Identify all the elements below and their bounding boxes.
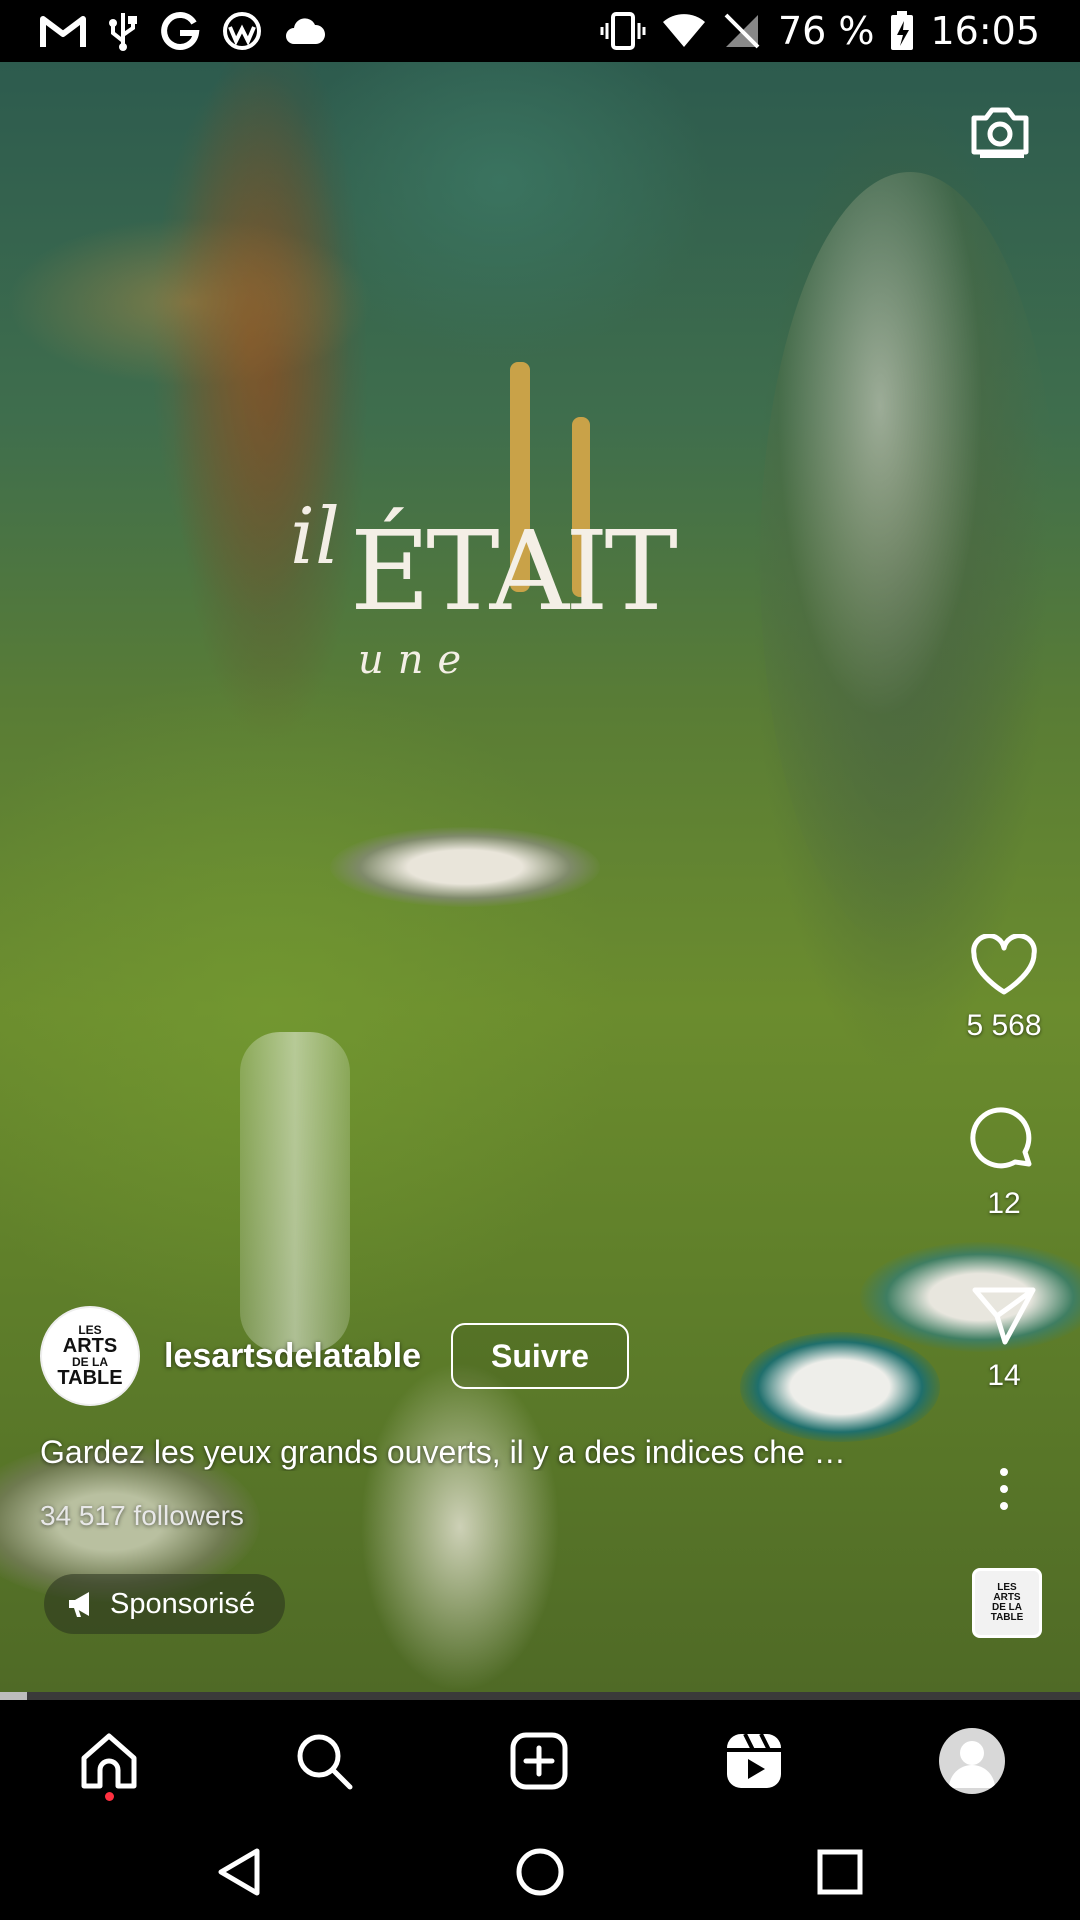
- comment-action[interactable]: 12: [944, 1106, 1064, 1221]
- followers-count: 34 517 followers: [40, 1500, 244, 1531]
- comment-icon: [970, 1107, 1032, 1169]
- home-circle-icon: [516, 1848, 564, 1896]
- carafe-shape: [240, 1032, 350, 1352]
- title-line-il: il: [290, 492, 340, 582]
- teal-bowl-shape: [740, 1332, 940, 1442]
- gmail-icon: [40, 13, 86, 49]
- clock: 16:05: [930, 9, 1040, 53]
- share-count: 14: [987, 1359, 1021, 1392]
- profile-avatar: [939, 1728, 1005, 1794]
- more-vertical-icon: [1000, 1468, 1008, 1510]
- plate-shape: [330, 827, 600, 907]
- sponsored-label: Sponsorisé: [110, 1587, 256, 1620]
- camera-icon: [971, 107, 1029, 158]
- home-icon: [81, 1733, 137, 1789]
- audio-thumb-line: TABLE: [990, 1612, 1024, 1623]
- app-icon: [222, 11, 262, 51]
- back-button[interactable]: [210, 1842, 270, 1902]
- more-options-button[interactable]: [944, 1466, 1064, 1517]
- video-progress-bar[interactable]: [0, 1692, 1080, 1700]
- android-navigation-bar: [0, 1820, 1080, 1920]
- follow-button[interactable]: Suivre: [451, 1323, 629, 1389]
- nav-search[interactable]: [289, 1726, 359, 1796]
- google-icon: [160, 11, 200, 51]
- nav-create[interactable]: [504, 1726, 574, 1796]
- notification-dot: [105, 1792, 114, 1801]
- audio-thumbnail[interactable]: LES ARTS DE LA TABLE: [972, 1568, 1042, 1638]
- camera-button[interactable]: [968, 100, 1032, 165]
- sponsored-badge[interactable]: Sponsorisé: [44, 1574, 286, 1634]
- reels-icon: [727, 1733, 781, 1788]
- default-user-icon: [949, 1741, 995, 1788]
- avatar-text-line: ARTS: [62, 1335, 118, 1357]
- bottom-navigation: [0, 1700, 1080, 1820]
- nav-home[interactable]: [74, 1726, 144, 1801]
- title-line-une: une: [358, 637, 476, 683]
- video-progress-fill: [0, 1692, 27, 1700]
- back-triangle-icon: [218, 1848, 260, 1896]
- create-icon: [510, 1732, 568, 1790]
- avatar-text-line: TABLE: [57, 1367, 123, 1389]
- wifi-icon: [662, 13, 706, 49]
- usb-icon: [108, 11, 138, 51]
- account-avatar[interactable]: LES ARTS DE LA TABLE: [40, 1306, 140, 1406]
- title-line-etait: ÉTAIT: [350, 507, 678, 635]
- battery-percent: 76 %: [777, 9, 875, 53]
- share-action[interactable]: 14: [944, 1282, 1064, 1393]
- status-bar: 76 % 16:05: [0, 0, 1080, 62]
- battery-charging-icon: [890, 11, 914, 51]
- megaphone-icon: [69, 1592, 89, 1617]
- cloud-icon: [284, 16, 326, 46]
- peacock-shape: [760, 172, 1060, 952]
- like-count: 5 568: [966, 1009, 1042, 1042]
- nav-profile[interactable]: [937, 1726, 1007, 1796]
- no-signal-icon: [722, 11, 762, 51]
- home-button[interactable]: [510, 1842, 570, 1902]
- account-row: LES ARTS DE LA TABLE lesartsdelatable Su…: [40, 1306, 629, 1406]
- like-action[interactable]: 5 568: [944, 933, 1064, 1043]
- send-icon: [972, 1287, 1036, 1345]
- comment-count: 12: [987, 1187, 1021, 1220]
- heart-icon: [971, 933, 1037, 995]
- recents-button[interactable]: [810, 1842, 870, 1902]
- search-icon: [297, 1734, 353, 1790]
- account-username[interactable]: lesartsdelatable: [164, 1337, 421, 1376]
- recents-square-icon: [817, 1849, 863, 1895]
- white-flowers-shape: [360, 1362, 560, 1692]
- nav-reels[interactable]: [719, 1726, 789, 1796]
- vibrate-icon: [600, 11, 646, 51]
- post-caption[interactable]: Gardez les yeux grands ouverts, il y a d…: [40, 1434, 940, 1471]
